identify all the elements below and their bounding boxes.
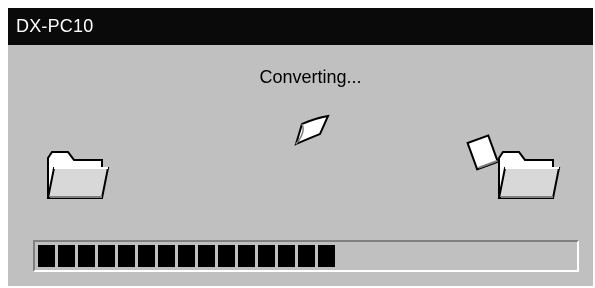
progress-block <box>178 245 195 267</box>
progress-block <box>218 245 235 267</box>
progress-block <box>258 245 275 267</box>
progress-block <box>138 245 155 267</box>
progress-block <box>318 245 335 267</box>
progress-block <box>238 245 255 267</box>
title-bar[interactable]: DX-PC10 <box>8 8 593 45</box>
progress-block <box>78 245 95 267</box>
progress-block <box>198 245 215 267</box>
progress-block <box>298 245 315 267</box>
progress-block <box>278 245 295 267</box>
flying-document-icon <box>292 114 332 153</box>
progress-block <box>38 245 55 267</box>
progress-block <box>158 245 175 267</box>
status-message: Converting... <box>259 67 362 87</box>
source-folder-icon <box>44 148 110 207</box>
progress-bar <box>33 240 579 272</box>
progress-fill <box>38 245 335 267</box>
window-title: DX-PC10 <box>16 16 94 36</box>
progress-block <box>118 245 135 267</box>
progress-block <box>98 245 115 267</box>
progress-block <box>58 245 75 267</box>
progress-dialog: DX-PC10 Converting... <box>8 8 593 286</box>
destination-folder-icon <box>495 148 561 207</box>
